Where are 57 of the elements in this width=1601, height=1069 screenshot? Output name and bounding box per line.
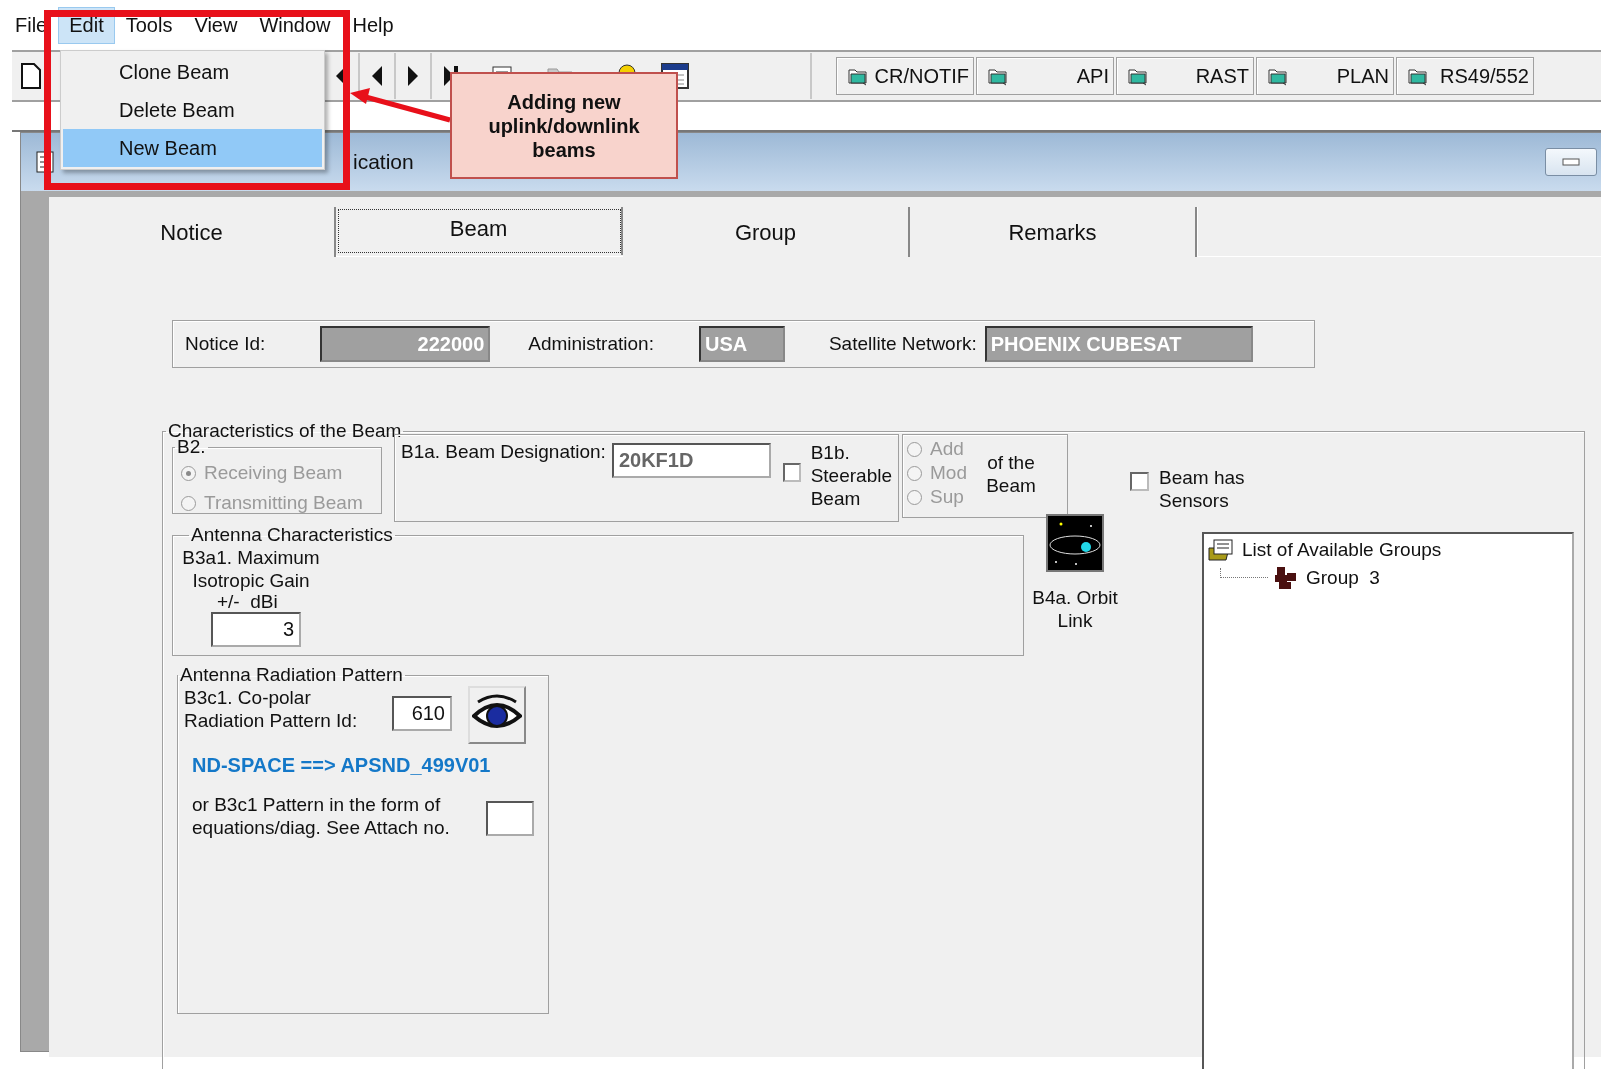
menu-item[interactable]: Help bbox=[341, 6, 405, 44]
window-title: ication bbox=[353, 150, 414, 174]
menu-item[interactable]: Clone Beam bbox=[63, 53, 322, 91]
checkbox-label: Beam has Sensors bbox=[1159, 466, 1246, 512]
field-label: B3c1. Co-polar Radiation Pattern Id: bbox=[184, 686, 359, 732]
tree-item[interactable]: Group 3 bbox=[1306, 567, 1380, 589]
tree-connector-line bbox=[1220, 568, 1268, 578]
field-label: Notice Id: bbox=[185, 333, 266, 355]
orbit-icon[interactable] bbox=[1046, 514, 1104, 572]
menu-item[interactable]: Tools bbox=[114, 6, 184, 44]
menu-item[interactable]: Delete Beam bbox=[63, 91, 322, 129]
minimize-button[interactable] bbox=[1545, 148, 1597, 176]
field-label: or B3c1 Pattern in the form of equations/diag. See Attach no. bbox=[192, 793, 451, 839]
tab[interactable]: Beam bbox=[336, 207, 623, 255]
folder-icon bbox=[987, 66, 1009, 86]
orbit-link-label: B4a. Orbit Link bbox=[1031, 586, 1119, 632]
tab[interactable]: Remarks bbox=[910, 207, 1197, 257]
gain-field[interactable]: 3 bbox=[211, 612, 301, 647]
folder-icon bbox=[1267, 66, 1289, 86]
beam-designation-field[interactable]: 20KF1D bbox=[611, 443, 771, 478]
view-pattern-button[interactable] bbox=[468, 686, 526, 744]
satellite-network-field: PHOENIX CUBESAT bbox=[984, 326, 1253, 362]
attach-number-field[interactable] bbox=[486, 801, 534, 836]
folder-icon bbox=[1127, 66, 1149, 86]
menu-item[interactable]: Window bbox=[248, 6, 342, 44]
folder-icon bbox=[847, 66, 869, 86]
unit-label: +/- dBi bbox=[217, 592, 279, 612]
pattern-id-field[interactable]: 610 bbox=[392, 696, 452, 731]
checkbox[interactable] bbox=[1130, 472, 1149, 491]
file-cabinet-icon bbox=[1208, 538, 1236, 562]
minimize-icon bbox=[1562, 158, 1580, 166]
toolbar-button[interactable]: PLAN bbox=[1256, 57, 1394, 95]
group-title: Antenna Characteristics bbox=[190, 524, 394, 546]
toolbar-button[interactable]: RS49/552 bbox=[1396, 57, 1534, 95]
menu-item[interactable]: New Beam bbox=[63, 129, 322, 167]
field-label: B3a1. Maximum Isotropic Gain bbox=[181, 546, 321, 592]
field-label: Satellite Network: bbox=[828, 333, 977, 355]
new-document-icon[interactable] bbox=[20, 63, 42, 89]
folder-icon bbox=[1407, 66, 1429, 86]
menu-item[interactable]: View bbox=[183, 6, 249, 44]
toolbar-button[interactable]: CR/NOTIF bbox=[836, 57, 974, 95]
toolbar-button[interactable]: RAST bbox=[1116, 57, 1254, 95]
tree-item[interactable]: List of Available Groups bbox=[1242, 539, 1442, 561]
tab[interactable]: Notice bbox=[49, 207, 336, 257]
group-label: of the Beam bbox=[985, 451, 1037, 498]
group-title: Antenna Radiation Pattern bbox=[179, 664, 404, 686]
notice-id-field: 222000 bbox=[320, 326, 491, 362]
field-label: B1a. Beam Designation: bbox=[401, 441, 606, 464]
checkbox-label: B1b. Steerable Beam bbox=[810, 441, 892, 511]
administration-field: USA bbox=[698, 326, 785, 362]
toolbar-button[interactable]: API bbox=[976, 57, 1114, 95]
next-icon[interactable] bbox=[406, 63, 420, 89]
checkbox[interactable] bbox=[782, 463, 801, 482]
field-label: Administration: bbox=[528, 333, 654, 355]
callout-tooltip: Adding new uplink/downlink beams bbox=[450, 72, 678, 179]
pattern-link[interactable]: ND-SPACE ==> APSND_499V01 bbox=[192, 754, 542, 777]
tab[interactable]: Group bbox=[623, 207, 910, 257]
